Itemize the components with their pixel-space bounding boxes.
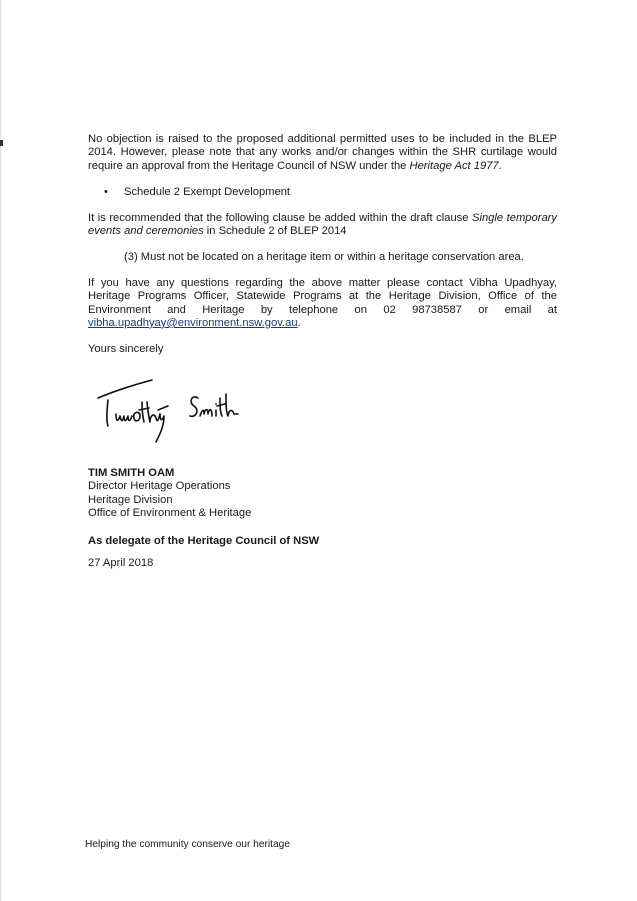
period: .: [498, 159, 502, 172]
signatory-office: Office of Environment & Heritage: [88, 506, 252, 519]
contact-text: If you have any questions regarding the …: [88, 277, 557, 316]
signatory-block: TIM SMITH OAM Director Heritage Operatio…: [88, 467, 251, 520]
act-reference: Heritage Act 1977: [409, 159, 499, 172]
period: .: [297, 316, 301, 329]
delegate-statement: As delegate of the Heritage Council of N…: [88, 535, 320, 547]
paragraph-recommendation: It is recommended that the following cla…: [88, 212, 557, 239]
footer-tagline: Helping the community conserve our herit…: [85, 839, 290, 850]
bullet-item: • Schedule 2 Exempt Development: [104, 186, 290, 199]
bullet-icon: •: [104, 186, 108, 198]
letter-date: 27 April 2018: [88, 557, 154, 569]
bullet-text: Schedule 2 Exempt Development: [124, 186, 291, 198]
hole-punch-mark: [0, 140, 3, 146]
paragraph-text: It is recommended that the following cla…: [88, 212, 473, 224]
signature-icon: [97, 379, 239, 443]
email-link[interactable]: vibha.upadhyay@environment.nsw.gov.au: [88, 317, 298, 329]
signatory-title: Director Heritage Operations: [88, 480, 231, 493]
paragraph-text-end: in Schedule 2 of BLEP 2014: [203, 225, 347, 238]
paragraph-no-objection: No objection is raised to the proposed a…: [88, 133, 557, 173]
page-edge: [0, 0, 2, 901]
signatory-division: Heritage Division: [88, 493, 173, 506]
recommended-clause: (3) Must not be located on a heritage it…: [124, 251, 524, 263]
paragraph-contact: If you have any questions regarding the …: [88, 277, 557, 330]
closing: Yours sincerely: [88, 343, 164, 355]
signatory-name: TIM SMITH OAM: [88, 467, 175, 479]
